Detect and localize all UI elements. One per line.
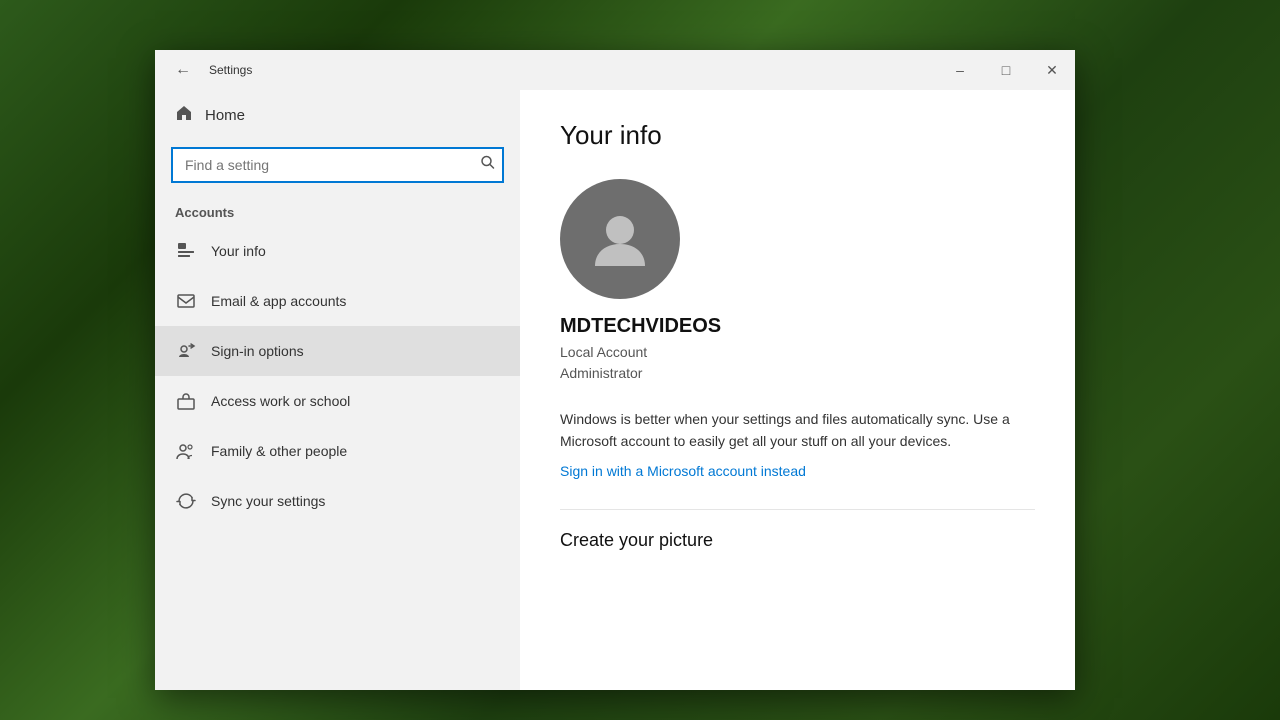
back-icon[interactable]: ← [167,57,199,83]
main-content: Your info MDTECHVIDEOS Local Account Adm… [520,90,1075,690]
window-body: Home Accounts [155,90,1075,690]
sync-icon [175,490,197,512]
search-input[interactable] [171,147,504,183]
access-work-label: Access work or school [211,393,350,409]
avatar [560,179,680,299]
sync-label: Sync your settings [211,493,325,509]
avatar-section: MDTECHVIDEOS Local Account Administrator [560,179,1035,384]
minimize-button[interactable]: – [937,50,983,90]
your-info-label: Your info [211,243,266,259]
sync-info: Windows is better when your settings and… [560,408,1020,481]
sign-in-label: Sign-in options [211,343,304,359]
account-type-line1: Local Account [560,342,647,363]
username: MDTECHVIDEOS [560,315,721,338]
sidebar-home[interactable]: Home [155,90,520,141]
access-work-icon [175,390,197,412]
home-label: Home [205,107,245,124]
search-button[interactable] [480,155,496,176]
create-picture-title: Create your picture [560,530,1035,551]
sidebar-item-sync[interactable]: Sync your settings [155,476,520,526]
sidebar-item-access-work[interactable]: Access work or school [155,376,520,426]
title-bar-controls: – □ ✕ [937,50,1075,90]
page-title: Your info [560,120,1035,151]
family-label: Family & other people [211,443,347,459]
sidebar-item-your-info[interactable]: Your info [155,226,520,276]
section-divider [560,509,1035,510]
email-app-label: Email & app accounts [211,293,346,309]
window-title: Settings [209,63,252,77]
account-type-line2: Administrator [560,363,642,384]
email-icon [175,290,197,312]
avatar-svg [585,204,655,274]
sidebar-item-sign-in[interactable]: Sign-in options [155,326,520,376]
your-info-icon [175,240,197,262]
sign-in-icon [175,340,197,362]
search-box [171,147,504,183]
maximize-button[interactable]: □ [983,50,1029,90]
sidebar: Home Accounts [155,90,520,690]
title-bar-left: ← Settings [167,57,252,83]
family-icon [175,440,197,462]
sidebar-item-family[interactable]: Family & other people [155,426,520,476]
home-icon [175,104,193,127]
settings-window: ← Settings – □ ✕ Home [155,50,1075,690]
accounts-section-label: Accounts [155,197,520,226]
close-button[interactable]: ✕ [1029,50,1075,90]
microsoft-account-link[interactable]: Sign in with a Microsoft account instead [560,463,806,479]
sidebar-item-email-app[interactable]: Email & app accounts [155,276,520,326]
sync-description: Windows is better when your settings and… [560,408,1020,453]
title-bar: ← Settings – □ ✕ [155,50,1075,90]
